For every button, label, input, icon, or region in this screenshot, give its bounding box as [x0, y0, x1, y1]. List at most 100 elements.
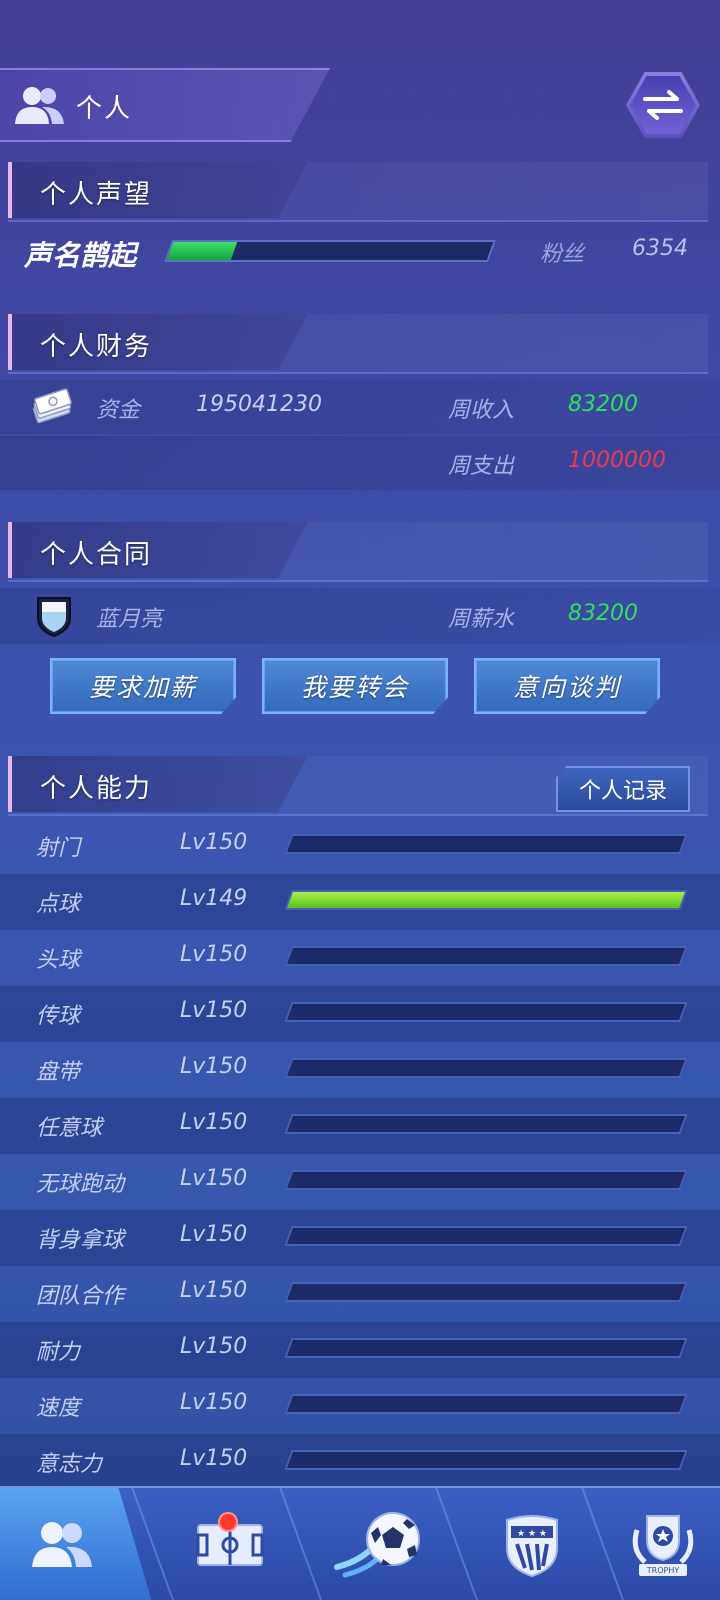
ability-row: 无球跑动 Lv150 — [0, 1154, 720, 1210]
ability-progress-fill — [287, 892, 685, 908]
ability-row: 传球 Lv150 — [0, 986, 720, 1042]
ability-row: 团队合作 Lv150 — [0, 1266, 720, 1322]
reputation-progress-fill — [166, 242, 238, 260]
ability-name: 射门 — [36, 836, 81, 861]
swap-arrows-icon — [643, 90, 683, 120]
ability-level: Lv150 — [180, 998, 248, 1023]
ability-level: Lv150 — [180, 1222, 248, 1247]
ability-name: 点球 — [36, 892, 81, 917]
ability-progress-fill — [287, 1396, 293, 1412]
reputation-level-title: 声名鹊起 — [24, 239, 137, 272]
nav-pitch[interactable] — [160, 1488, 300, 1600]
nav-match[interactable] — [306, 1488, 456, 1600]
funds-value: 195041230 — [196, 392, 322, 417]
ability-progress-bar — [284, 1170, 688, 1190]
players-icon — [15, 87, 64, 124]
personal-record-button[interactable]: 个人记录 — [556, 766, 690, 812]
weekly-expense-value: 1000000 — [568, 448, 666, 473]
ability-row: 背身拿球 Lv150 — [0, 1210, 720, 1266]
finance-row-expense: 周支出 1000000 — [0, 436, 720, 490]
ability-name: 耐力 — [36, 1340, 81, 1365]
ability-progress-fill — [287, 1452, 293, 1468]
ability-progress-fill — [287, 1228, 293, 1244]
ability-progress-bar — [284, 1450, 688, 1470]
ability-progress-bar — [284, 1002, 688, 1022]
ability-level: Lv150 — [180, 830, 248, 855]
ability-progress-bar — [284, 890, 688, 910]
trophy-label: TROPHY — [646, 1566, 680, 1575]
ability-progress-bar — [284, 1282, 688, 1302]
ability-progress-fill — [287, 948, 293, 964]
ability-row: 射门 Lv150 — [0, 818, 720, 874]
ability-section-title: 个人能力 — [40, 774, 153, 804]
weekly-income-value: 83200 — [568, 392, 638, 417]
ability-level: Lv150 — [180, 1446, 248, 1471]
ability-name: 传球 — [36, 1004, 81, 1029]
ability-list: 射门 Lv150 点球 Lv149 头球 Lv150 传球 Lv150 盘带 Lv150 任意球 Lv… — [0, 818, 720, 1490]
contract-row: 蓝月亮 周薪水 83200 — [0, 588, 720, 644]
svg-text:★ ★ ★: ★ ★ ★ — [517, 1529, 547, 1539]
ability-progress-bar — [284, 1338, 688, 1358]
funds-label: 资金 — [96, 398, 141, 423]
fans-value: 6354 — [632, 236, 688, 261]
reputation-progress-bar — [163, 240, 497, 262]
weekly-expense-label: 周支出 — [448, 454, 515, 479]
ability-progress-bar — [284, 946, 688, 966]
nav-players[interactable] — [0, 1488, 152, 1600]
switch-button[interactable] — [626, 72, 700, 138]
ability-row: 盘带 Lv150 — [0, 1042, 720, 1098]
ability-progress-bar — [284, 1226, 688, 1246]
reputation-row: 声名鹊起 粉丝 6354 — [0, 226, 720, 284]
ability-progress-bar — [284, 1394, 688, 1414]
ability-level: Lv150 — [180, 1390, 248, 1415]
ability-progress-fill — [287, 1340, 293, 1356]
ability-level: Lv150 — [180, 1166, 248, 1191]
ability-row: 速度 Lv150 — [0, 1378, 720, 1434]
contract-section-header: 个人合同 — [8, 522, 708, 582]
bottom-nav: ★ ★ ★ TROPHY — [0, 1486, 720, 1600]
notification-badge — [218, 1512, 238, 1532]
ability-name: 速度 — [36, 1396, 81, 1421]
ability-progress-bar — [284, 834, 688, 854]
nav-trophy[interactable]: TROPHY — [606, 1488, 720, 1600]
club-crest-icon: ★ ★ ★ — [506, 1515, 558, 1578]
request-transfer-button[interactable]: 我要转会 — [262, 658, 448, 714]
finance-section-title: 个人财务 — [40, 332, 153, 362]
finance-section-header: 个人财务 — [8, 314, 708, 374]
weekly-salary-label: 周薪水 — [448, 607, 515, 632]
ability-row: 头球 Lv150 — [0, 930, 720, 986]
request-raise-button[interactable]: 要求加薪 — [50, 658, 236, 714]
club-name: 蓝月亮 — [96, 607, 163, 632]
page-title: 个人 — [76, 94, 133, 124]
weekly-income-label: 周收入 — [448, 398, 515, 423]
trophy-icon: TROPHY — [632, 1515, 694, 1576]
ability-level: Lv150 — [180, 1278, 248, 1303]
ability-name: 意志力 — [36, 1452, 103, 1477]
ability-progress-fill — [287, 1172, 293, 1188]
ability-progress-bar — [284, 1058, 688, 1078]
ability-name: 背身拿球 — [36, 1228, 125, 1253]
ability-name: 团队合作 — [36, 1284, 125, 1309]
nav-club[interactable]: ★ ★ ★ — [462, 1488, 602, 1600]
contract-section-title: 个人合同 — [40, 540, 153, 570]
finance-row-funds: 资金 195041230 周收入 83200 — [0, 380, 720, 434]
reputation-section-title: 个人声望 — [40, 180, 153, 210]
players-icon — [32, 1522, 92, 1567]
ability-progress-fill — [287, 1004, 293, 1020]
ability-name: 无球跑动 — [36, 1172, 125, 1197]
ability-level: Lv150 — [180, 1334, 248, 1359]
club-shield-icon — [37, 597, 71, 638]
ability-name: 盘带 — [36, 1060, 81, 1085]
ability-level: Lv150 — [180, 1054, 248, 1079]
page-header: 个人 — [0, 68, 330, 142]
ability-row: 点球 Lv149 — [0, 874, 720, 930]
negotiate-button[interactable]: 意向谈判 — [474, 658, 660, 714]
fans-label: 粉丝 — [540, 242, 585, 267]
ability-level: Lv149 — [180, 886, 248, 911]
ability-progress-fill — [287, 836, 293, 852]
ability-name: 任意球 — [36, 1116, 103, 1141]
ability-row: 耐力 Lv150 — [0, 1322, 720, 1378]
ability-progress-bar — [284, 1114, 688, 1134]
ability-progress-fill — [287, 1116, 293, 1132]
ability-row: 意志力 Lv150 — [0, 1434, 720, 1490]
